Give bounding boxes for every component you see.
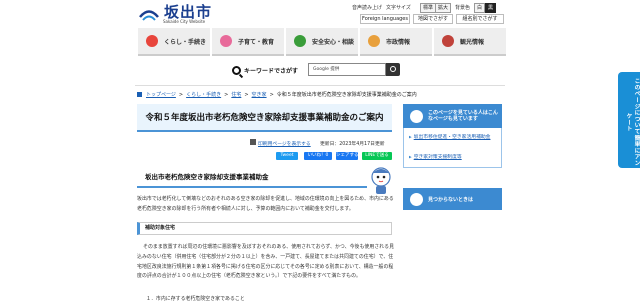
sub-heading-target-housing: 補助対象住宅 <box>137 222 392 235</box>
breadcrumb: トップページ > くらし・手続き > 住宅 > 空き家 > 令和５年度坂出市老朽危険空き… <box>137 91 417 98</box>
breadcrumb-housing[interactable]: 住宅 <box>231 91 241 98</box>
breadcrumb-home[interactable]: トップページ <box>146 91 176 98</box>
related-pages-title: このページを見ている人はこんなページも見ています <box>428 109 498 123</box>
font-size-large-button[interactable]: 拡大 <box>435 3 452 13</box>
updated-date: 更新日：2023年4月17日更新 <box>320 142 385 147</box>
font-size-label: 文字サイズ <box>386 5 411 11</box>
font-size-normal-button[interactable]: 標準 <box>420 3 437 13</box>
divider <box>135 85 505 86</box>
background-black-button[interactable]: 黒 <box>485 3 497 13</box>
question-icon <box>410 192 423 206</box>
child-icon <box>220 35 232 47</box>
nav-item-tourism[interactable]: 観光情報 <box>434 28 506 56</box>
search-icon <box>232 66 241 75</box>
nav-item-childcare[interactable]: 子育て・教育 <box>212 28 284 56</box>
eye-icon <box>410 109 423 123</box>
page-title: 令和５年度坂出市老朽危険空き家除却支援事業補助金のご案内 <box>137 104 392 132</box>
like-button[interactable]: いいね！0 <box>304 152 332 160</box>
search-label: キーワードでさがす <box>244 68 299 75</box>
nav-label: くらし・手続き <box>164 38 207 46</box>
not-found-title: 見つからないときは <box>428 196 474 203</box>
global-nav: くらし・手続き 子育て・教育 安全安心・相談 市政情報 観光情報 <box>138 28 506 56</box>
tweet-button[interactable]: Tweet <box>276 152 298 160</box>
page: 坂出市 Sakaide City Website 音声読み上げ 文字サイズ 標準… <box>0 0 640 306</box>
breadcrumb-current: 令和５年度坂出市老朽危険空き家除却支援事業補助金のご案内 <box>276 92 417 98</box>
print-page-link[interactable]: 印刷用ページを表示する <box>258 140 311 147</box>
list-item: １．市内に存する老朽危険空き家であること <box>146 296 245 302</box>
line-share-button[interactable]: LINEで送る <box>362 152 392 160</box>
section-heading: 坂出市老朽危険空き家除却支援事業補助金 <box>137 168 367 188</box>
nav-label: 安全安心・相談 <box>312 38 355 46</box>
nav-item-safety[interactable]: 安全安心・相談 <box>286 28 358 56</box>
voice-readout-link[interactable]: 音声読み上げ <box>352 4 382 11</box>
nav-label: 子育て・教育 <box>238 38 275 46</box>
shield-icon <box>294 35 306 47</box>
nav-label: 市政情報 <box>386 38 411 46</box>
home-icon <box>137 92 142 97</box>
mascot-illustration <box>371 167 391 194</box>
category-search-button[interactable]: 組名別でさがす <box>456 14 504 24</box>
map-search-button[interactable]: 地図でさがす <box>413 14 453 24</box>
logo-icon[interactable] <box>138 4 160 22</box>
survey-tab[interactable]: このページについて簡単にアンケート <box>618 72 640 168</box>
related-link-vacant-support[interactable]: 空き家対策支援制度等 <box>409 154 462 162</box>
intro-paragraph: 坂出市では老朽化して倒壊などのおそれのある空き家の除却を促進し、地域の住環境の向… <box>137 196 394 212</box>
nav-item-city-info[interactable]: 市政情報 <box>360 28 432 56</box>
breadcrumb-vacant[interactable]: 空き家 <box>252 91 267 98</box>
share-button[interactable]: シェアする <box>336 152 359 160</box>
foreign-languages-button[interactable]: Foreign languages <box>360 14 410 24</box>
landmark-icon <box>442 35 454 47</box>
search-button[interactable] <box>386 63 400 76</box>
building-icon <box>368 35 380 47</box>
related-pages-header: このページを見ている人はこんなページも見ています <box>403 104 502 128</box>
nav-item-living[interactable]: くらし・手続き <box>138 28 210 56</box>
background-white-button[interactable]: 白 <box>474 3 486 13</box>
target-housing-paragraph: そのまま放置すれば周辺の住環境に悪影響を及ぼすおそれのある、使用されておらず、か… <box>137 244 395 280</box>
nav-label: 観光情報 <box>460 38 485 46</box>
house-icon <box>146 35 158 47</box>
search-input[interactable]: Google 提供 <box>308 63 386 76</box>
printer-icon <box>250 139 256 145</box>
background-color-label: 背景色 <box>455 5 471 11</box>
site-logo-subtitle: Sakaide City Website <box>163 19 206 24</box>
breadcrumb-living[interactable]: くらし・手続き <box>186 91 221 98</box>
related-link-relocation[interactable]: 坂出市移住促進・空き家活用補助金 <box>409 134 499 142</box>
not-found-box[interactable]: 見つからないときは <box>403 188 502 210</box>
